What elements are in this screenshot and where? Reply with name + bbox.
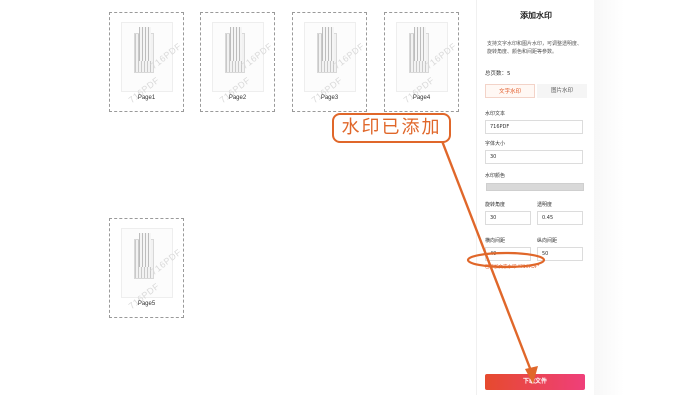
annotation-arrowhead	[525, 366, 538, 384]
watermark-added-callout: 水印已添加	[332, 113, 451, 143]
app-stage: 716PDF 716PDF Page1 716PDF 716PDF Page2 …	[0, 0, 700, 395]
hint-highlight-ellipse	[466, 251, 546, 269]
annotation-overlay	[435, 127, 546, 384]
annotation-arrow-line	[435, 127, 535, 377]
